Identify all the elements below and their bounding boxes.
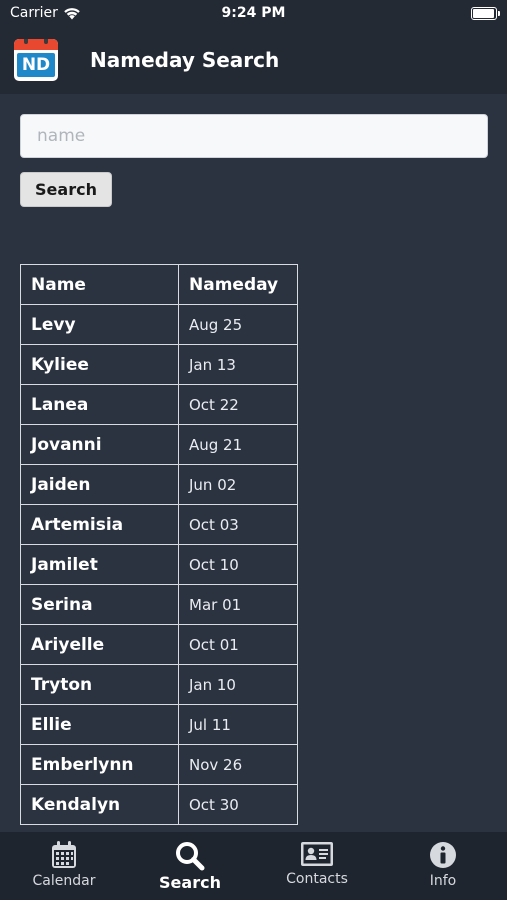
row-name: Kendalyn (20, 784, 179, 825)
table-row[interactable]: Emberlynn Nov 26 (20, 744, 298, 785)
status-bar: Carrier 9:24 PM (0, 0, 507, 28)
row-date: Oct 22 (178, 384, 298, 425)
logo-ring-right (44, 39, 48, 44)
table-row[interactable]: Kendalyn Oct 30 (20, 784, 298, 825)
table-row[interactable]: Serina Mar 01 (20, 584, 298, 625)
row-name: Kyliee (20, 344, 179, 385)
battery-icon (471, 7, 500, 20)
tab-info[interactable]: Info (380, 832, 506, 900)
calendar-icon (52, 841, 76, 868)
search-button[interactable]: Search (20, 172, 112, 207)
row-date: Jan 13 (178, 344, 298, 385)
tab-label: Search (159, 873, 221, 892)
tab-search[interactable]: Search (127, 832, 253, 900)
search-icon (176, 842, 205, 871)
row-date: Aug 25 (178, 304, 298, 345)
logo-text: ND (17, 53, 55, 77)
row-name: Ariyelle (20, 624, 179, 665)
contact-card-icon (301, 842, 333, 866)
table-row[interactable]: Jamilet Oct 10 (20, 544, 298, 585)
row-name: Ellie (20, 704, 179, 745)
results-table: Name Nameday Levy Aug 25 Kyliee Jan 13 Lan… (20, 264, 298, 825)
table-row[interactable]: Artemisia Oct 03 (20, 504, 298, 545)
tab-label: Calendar (32, 873, 96, 889)
row-name: Jaiden (20, 464, 179, 505)
table-row[interactable]: Jaiden Jun 02 (20, 464, 298, 505)
tab-contacts[interactable]: Contacts (254, 832, 380, 900)
column-header-nameday: Nameday (178, 264, 298, 305)
row-date: Oct 10 (178, 544, 298, 585)
tab-bar: Calendar Search Contacts Info (0, 832, 507, 900)
table-row[interactable]: Kyliee Jan 13 (20, 344, 298, 385)
row-date: Mar 01 (178, 584, 298, 625)
table-row[interactable]: Lanea Oct 22 (20, 384, 298, 425)
row-date: Jul 11 (178, 704, 298, 745)
row-date: Oct 03 (178, 504, 298, 545)
table-row[interactable]: Ariyelle Oct 01 (20, 624, 298, 665)
row-name: Jamilet (20, 544, 179, 585)
row-name: Levy (20, 304, 179, 345)
app-logo: ND (14, 39, 58, 81)
tab-label: Contacts (286, 871, 348, 887)
logo-calendar-top (14, 39, 58, 50)
row-date: Oct 01 (178, 624, 298, 665)
row-name: Emberlynn (20, 744, 179, 785)
row-date: Oct 30 (178, 784, 298, 825)
table-row[interactable]: Tryton Jan 10 (20, 664, 298, 705)
row-name: Artemisia (20, 504, 179, 545)
table-header-row: Name Nameday (20, 264, 298, 305)
row-date: Jan 10 (178, 664, 298, 705)
table-row[interactable]: Levy Aug 25 (20, 304, 298, 345)
row-date: Aug 21 (178, 424, 298, 465)
column-header-name: Name (20, 264, 179, 305)
row-name: Serina (20, 584, 179, 625)
results-body: Levy Aug 25 Kyliee Jan 13 Lanea Oct 22 Jova… (20, 304, 298, 825)
logo-ring-left (24, 39, 28, 44)
app-header: ND Nameday Search (0, 28, 507, 94)
search-input[interactable] (20, 114, 488, 158)
table-row[interactable]: Ellie Jul 11 (20, 704, 298, 745)
row-date: Jun 02 (178, 464, 298, 505)
tab-label: Info (429, 873, 457, 889)
row-date: Nov 26 (178, 744, 298, 785)
row-name: Lanea (20, 384, 179, 425)
tab-calendar[interactable]: Calendar (1, 832, 127, 900)
row-name: Jovanni (20, 424, 179, 465)
status-time: 9:24 PM (221, 5, 286, 21)
info-icon (430, 842, 456, 868)
table-row[interactable]: Jovanni Aug 21 (20, 424, 298, 465)
row-name: Tryton (20, 664, 179, 705)
battery-fill (473, 9, 494, 18)
page-title: Nameday Search (90, 48, 280, 72)
